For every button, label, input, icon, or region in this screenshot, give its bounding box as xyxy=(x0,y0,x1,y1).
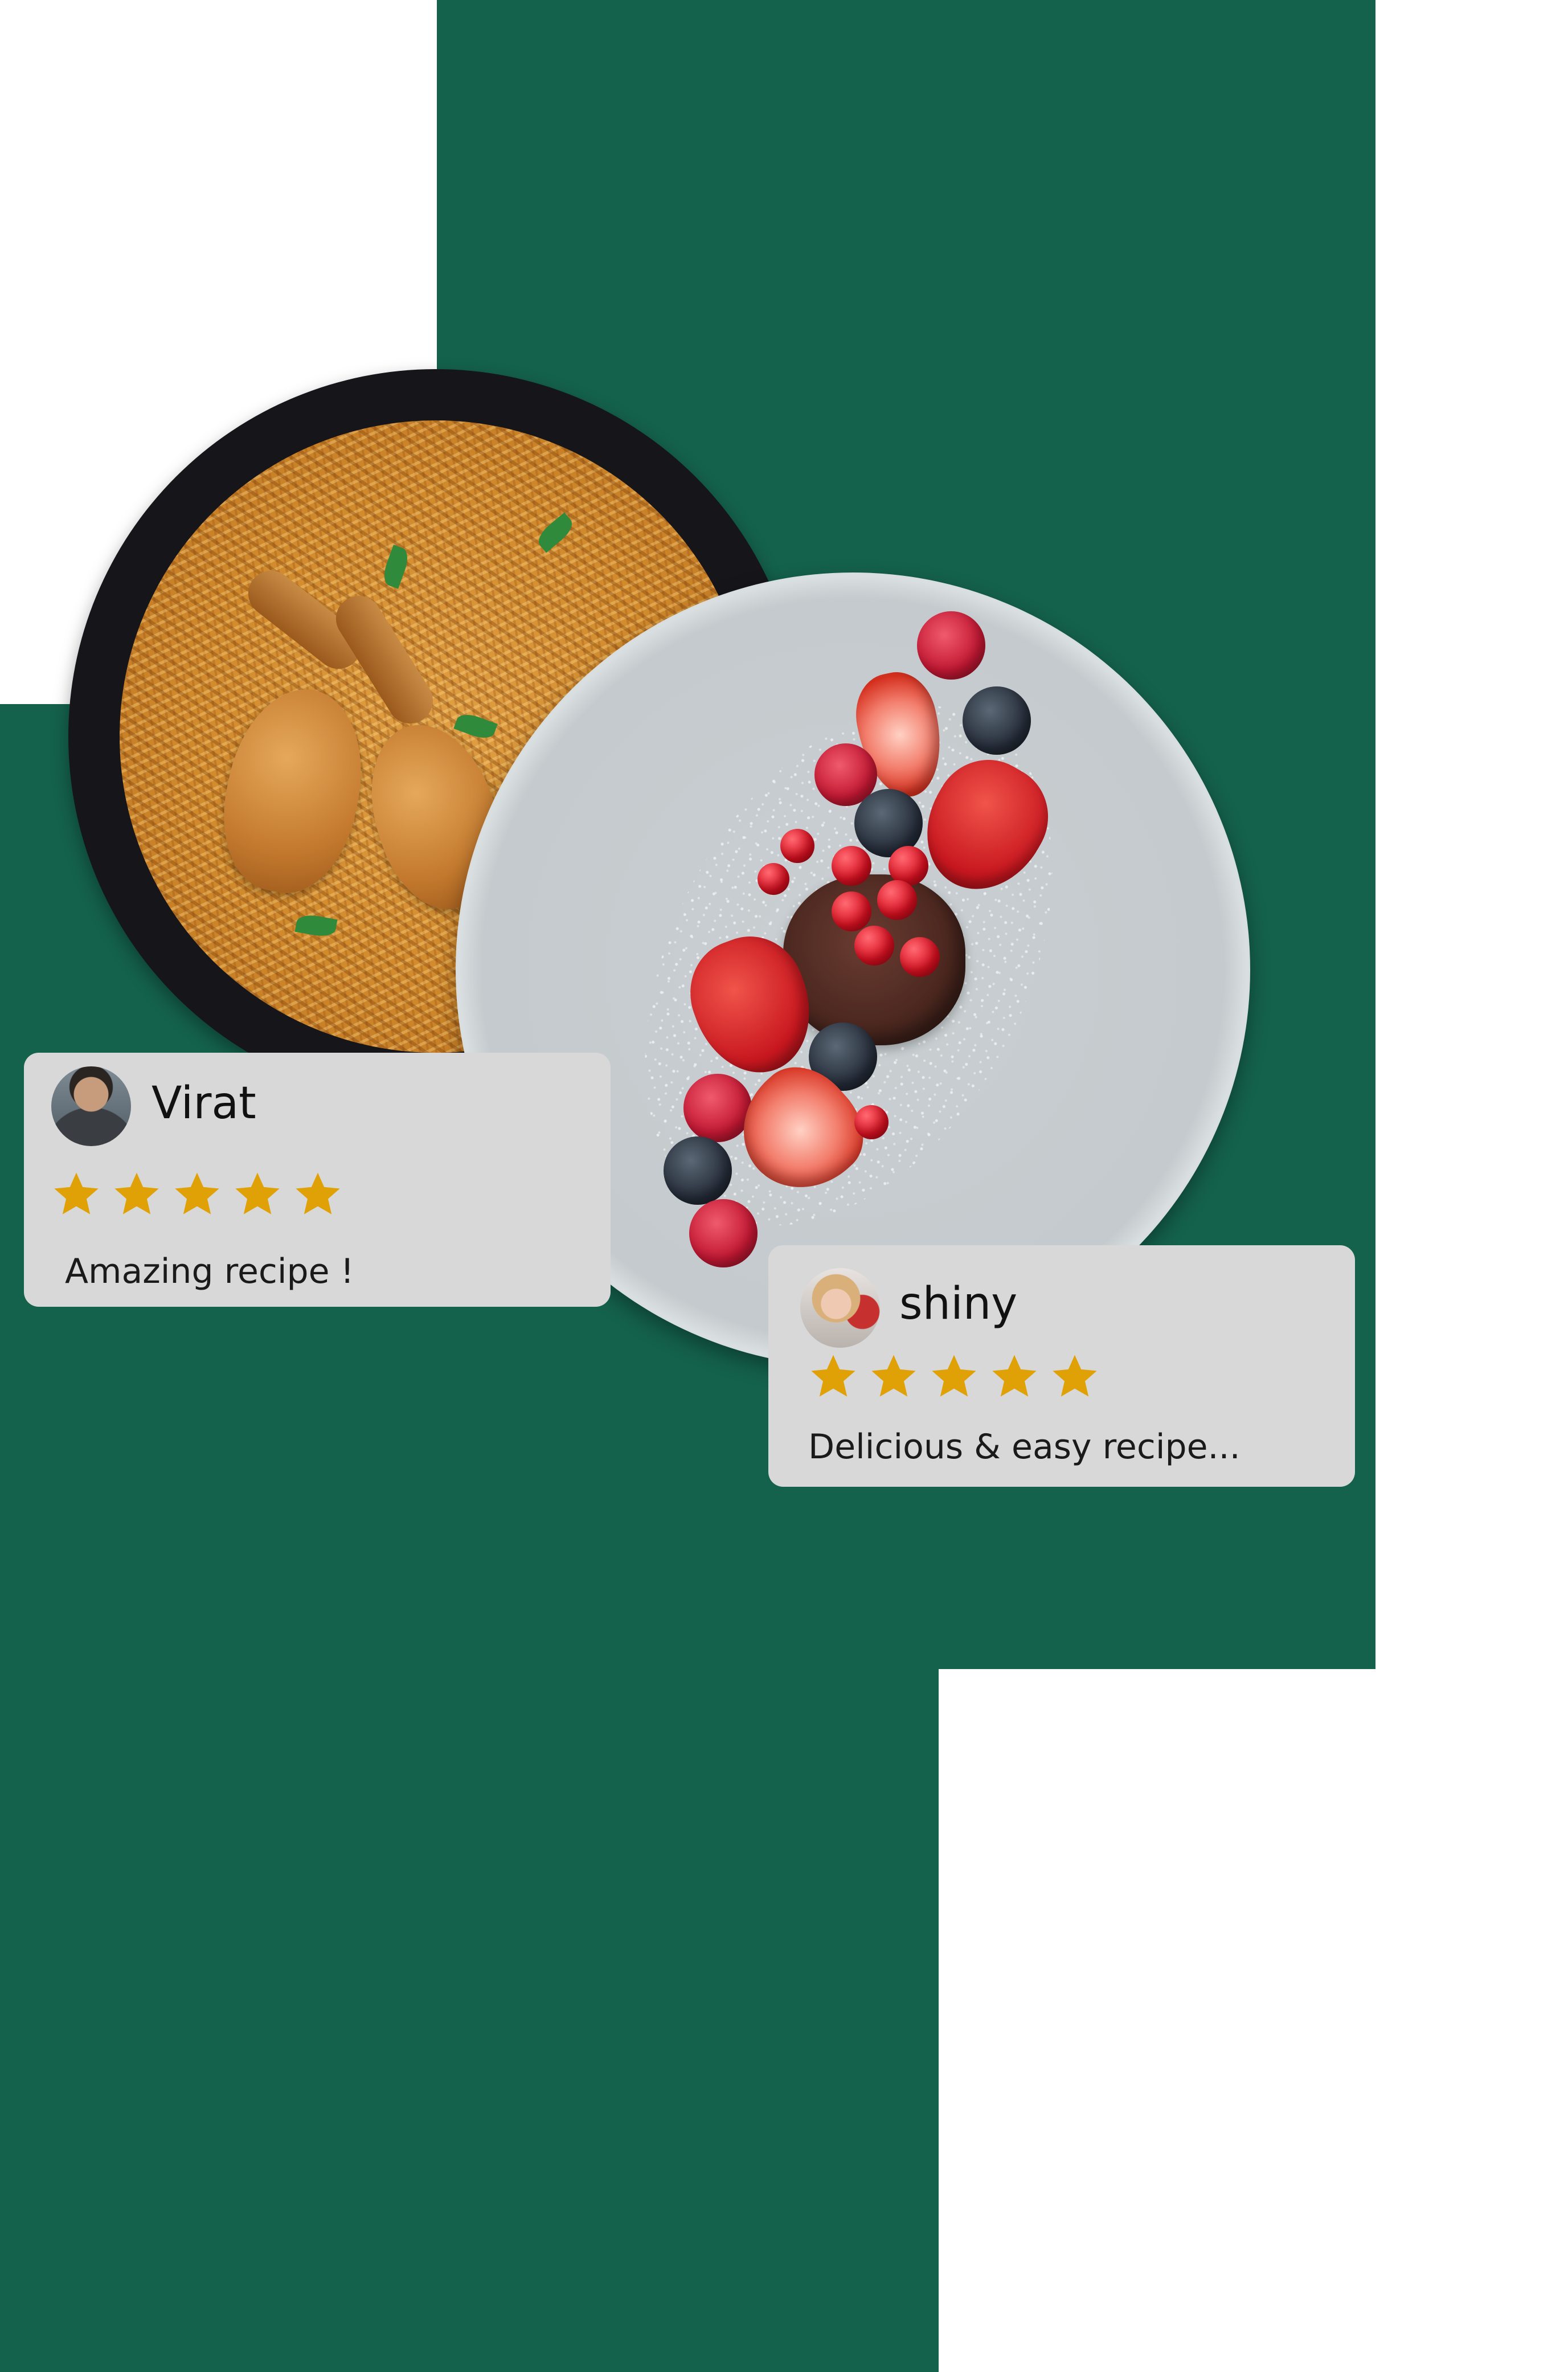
blueberry xyxy=(664,1136,732,1205)
red-currant xyxy=(832,846,871,886)
star-icon xyxy=(296,1172,340,1214)
red-currant xyxy=(877,880,917,920)
star-icon xyxy=(811,1355,855,1397)
star-icon xyxy=(175,1172,219,1214)
review-card: shiny Delicious & easy recipe... xyxy=(768,1245,1355,1487)
reviewer-name: Virat xyxy=(152,1078,256,1129)
red-currant xyxy=(854,926,894,966)
star-rating xyxy=(808,1351,1100,1401)
raspberry xyxy=(683,1074,752,1142)
review-text: Amazing recipe ! xyxy=(65,1252,354,1291)
star-icon xyxy=(932,1355,976,1397)
red-currant xyxy=(900,937,940,977)
reviewer-avatar xyxy=(800,1268,880,1348)
review-text: Delicious & easy recipe... xyxy=(808,1427,1241,1467)
star-icon xyxy=(235,1172,280,1214)
red-currant xyxy=(758,863,789,895)
star-rating xyxy=(51,1169,343,1219)
blueberry xyxy=(963,686,1031,755)
star-icon xyxy=(54,1172,99,1214)
star-icon xyxy=(114,1172,159,1214)
raspberry xyxy=(917,611,985,680)
star-icon xyxy=(1053,1355,1097,1397)
red-currant xyxy=(832,891,871,931)
review-card: Virat Amazing recipe ! xyxy=(24,1053,611,1307)
raspberry xyxy=(689,1199,758,1267)
red-currant xyxy=(780,829,814,863)
star-icon xyxy=(871,1355,916,1397)
star-icon xyxy=(992,1355,1037,1397)
reviewer-name: shiny xyxy=(899,1278,1018,1330)
reviewer-avatar xyxy=(51,1066,131,1146)
red-currant xyxy=(854,1105,889,1139)
